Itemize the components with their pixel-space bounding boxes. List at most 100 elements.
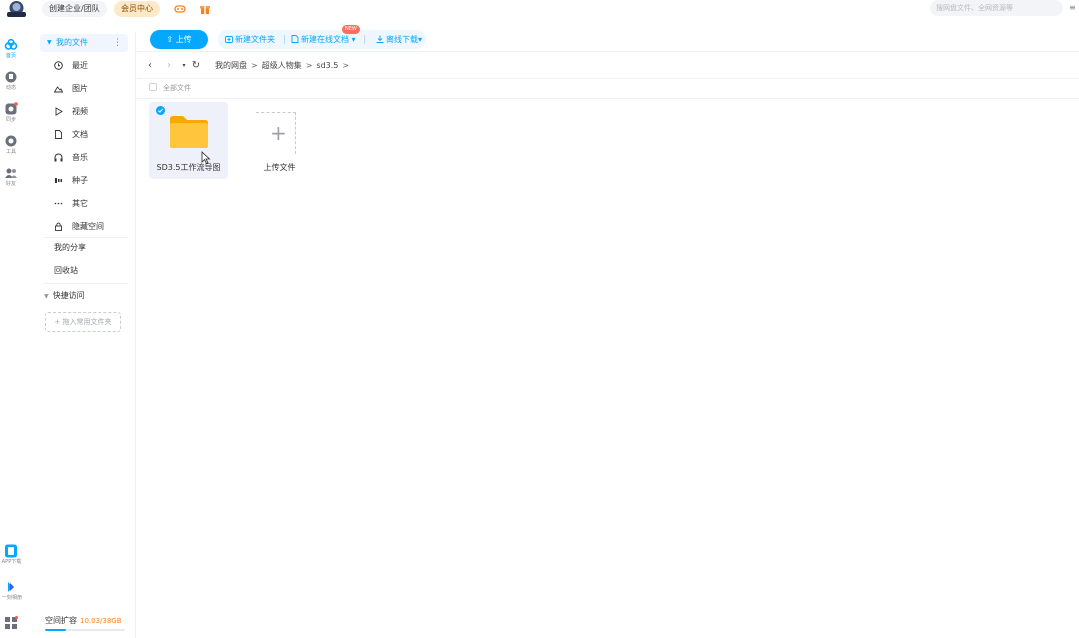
clock-icon	[54, 61, 63, 70]
menu-icon[interactable]: ≡	[1069, 3, 1078, 13]
more-icon	[54, 202, 63, 205]
rail-label: 工具	[5, 148, 17, 155]
phone-icon	[5, 544, 17, 558]
rail-item-friends[interactable]: 好友	[0, 166, 22, 188]
storage-progress-bar	[45, 629, 125, 631]
sidebar-item-my-shares[interactable]: 我的分享	[54, 242, 86, 253]
upload-icon: ⇧	[166, 35, 176, 44]
caret-down-icon: ▼	[47, 39, 52, 46]
chevron-down-icon: ▾	[349, 35, 356, 44]
storage-progress-fill	[45, 629, 66, 631]
folder-name: SD3.5工作流导图	[156, 163, 221, 172]
offline-download-label: 离线下载	[386, 35, 418, 44]
sidebar-item-label: 种子	[72, 176, 88, 185]
sidebar-divider	[44, 237, 128, 238]
sidebar: ▼ 我的文件 ⋮ 最近 图片 视频 文档 音乐 种子 其它 隐藏空间 我的分享 …	[36, 32, 136, 638]
lock-icon	[55, 222, 62, 231]
new-online-doc-label: 新建在线文档	[301, 35, 349, 44]
upload-button-label: 上传	[175, 35, 192, 44]
rail-item-album[interactable]: 一刻相册	[0, 580, 22, 602]
offline-download-button[interactable]: 离线下载▾	[376, 30, 422, 49]
new-folder-button[interactable]: 新建文件夹	[225, 30, 275, 49]
sidebar-item-label: 最近	[72, 61, 88, 70]
cloud-icon	[4, 38, 18, 50]
history-dropdown[interactable]: ▾	[179, 59, 189, 73]
quick-access-dropzone[interactable]: + 拖入常用文件夹	[45, 312, 121, 332]
torrent-icon	[55, 178, 62, 183]
breadcrumb-item[interactable]: sd3.5	[316, 61, 338, 70]
storage-label: 空间扩容	[45, 616, 77, 625]
rail-item-home[interactable]: 首页	[0, 38, 22, 60]
chevron-right-icon: >	[342, 61, 350, 70]
rail-item-activity[interactable]: 动态	[0, 70, 22, 92]
music-icon	[54, 153, 63, 162]
netdisk-app: 创建企业/团队 会员中心 搜网盘文件、全网资源等 ≡ 首页 动态 同步 工具 好…	[0, 0, 1079, 638]
document-plus-icon	[291, 35, 299, 43]
forward-button[interactable]: ›	[164, 59, 174, 73]
left-rail: 首页 动态 同步 工具 好友 APP下载 一刻相册	[0, 30, 22, 638]
download-icon	[376, 35, 384, 43]
sidebar-item-music[interactable]: 音乐	[54, 149, 128, 167]
sidebar-item-other[interactable]: 其它	[54, 195, 128, 213]
sidebar-item-hidden-space[interactable]: 隐藏空间	[54, 218, 128, 236]
sidebar-item-my-files[interactable]: ▼ 我的文件 ⋮	[40, 34, 128, 52]
storage-info[interactable]: 空间扩容 10.03/38GB	[45, 615, 122, 626]
upload-file-tile[interactable]: + 上传文件	[240, 102, 319, 179]
plus-icon: +	[270, 121, 287, 145]
upload-button[interactable]: ⇧ 上传	[150, 30, 208, 49]
back-button[interactable]: ‹	[145, 59, 155, 73]
chevron-right-icon: >	[305, 61, 313, 70]
quick-access-label: 快捷访问	[52, 291, 85, 300]
rail-item-apps[interactable]	[0, 616, 22, 630]
select-all-checkbox[interactable]: 全部文件	[149, 82, 191, 94]
create-team-button[interactable]: 创建企业/团队	[42, 1, 107, 17]
sidebar-item-recycle-bin[interactable]: 回收站	[54, 265, 78, 276]
sidebar-item-recent[interactable]: 最近	[54, 57, 128, 75]
sidebar-item-label: 隐藏空间	[72, 222, 104, 231]
toolbar-separator	[364, 35, 365, 44]
sidebar-item-label: 文档	[72, 130, 88, 139]
rail-item-app-download[interactable]: APP下载	[0, 544, 22, 566]
vip-center-button[interactable]: 会员中心	[114, 1, 160, 17]
divider	[137, 98, 1079, 99]
divider	[137, 78, 1079, 79]
video-icon	[55, 107, 63, 116]
folder-tile[interactable]: SD3.5工作流导图	[149, 102, 228, 179]
sync-icon	[5, 102, 18, 115]
top-bar: 创建企业/团队 会员中心 搜网盘文件、全网资源等 ≡	[0, 0, 1079, 18]
quick-access-toggle[interactable]: ▼ 快捷访问	[44, 290, 85, 301]
rail-label: 动态	[5, 84, 17, 91]
game-icon[interactable]	[174, 3, 186, 15]
sidebar-divider	[44, 283, 128, 284]
rail-item-sync[interactable]: 同步	[0, 102, 22, 124]
main-panel: ⇧ 上传 新建文件夹 新建在线文档 ▾ 离线下载▾ NEW ‹ › ▾ ↻ 我的…	[137, 18, 1079, 638]
gift-icon[interactable]	[199, 3, 211, 15]
sidebar-item-label: 图片	[72, 84, 88, 93]
rail-label: APP下载	[1, 558, 22, 565]
sidebar-item-images[interactable]: 图片	[54, 80, 128, 98]
breadcrumb: 我的网盘 > 超级人物集 > sd3.5 >	[215, 59, 353, 73]
refresh-icon[interactable]: ↻	[191, 59, 201, 73]
sidebar-item-videos[interactable]: 视频	[54, 103, 128, 121]
folder-icon	[170, 116, 208, 148]
sidebar-item-label: 音乐	[72, 153, 88, 162]
avatar[interactable]	[4, 0, 29, 18]
sidebar-item-label: 视频	[72, 107, 88, 116]
breadcrumb-item[interactable]: 我的网盘	[215, 61, 247, 70]
sidebar-item-torrents[interactable]: 种子	[54, 172, 128, 190]
check-icon[interactable]	[156, 106, 165, 115]
sidebar-item-documents[interactable]: 文档	[54, 126, 128, 144]
tools-icon	[5, 135, 17, 147]
more-vertical-icon[interactable]: ⋮	[113, 34, 122, 52]
toolbar-group: 新建文件夹 新建在线文档 ▾ 离线下载▾	[218, 30, 426, 49]
toolbar: ⇧ 上传 新建文件夹 新建在线文档 ▾ 离线下载▾ NEW	[137, 18, 1079, 52]
caret-down-icon: ▼	[44, 293, 49, 300]
friends-icon	[5, 168, 17, 178]
breadcrumb-item[interactable]: 超级人物集	[262, 61, 302, 70]
storage-value: 10.03/38GB	[80, 617, 122, 625]
album-icon	[8, 582, 14, 592]
rail-label: 好友	[5, 180, 17, 187]
toolbar-separator	[284, 35, 285, 44]
search-input[interactable]: 搜网盘文件、全网资源等	[930, 0, 1063, 16]
rail-item-tools[interactable]: 工具	[0, 134, 22, 156]
